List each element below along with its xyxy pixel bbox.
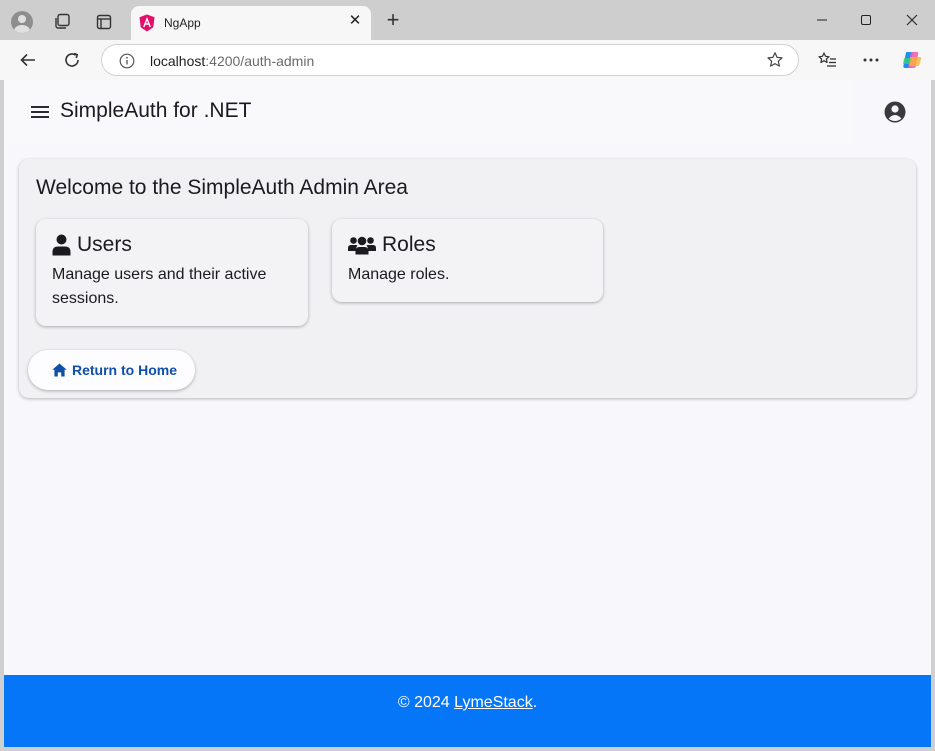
close-window-icon [906,14,918,26]
minimize-icon [817,19,827,21]
browser-toolbar: localhost:4200/auth-admin [0,40,935,80]
new-tab-button[interactable]: + [381,9,405,33]
roles-card-header: Roles [348,233,436,257]
back-arrow-icon [20,53,35,67]
refresh-button[interactable] [58,46,86,74]
info-icon[interactable] [119,53,135,69]
page-viewport: SimpleAuth for .NET Welcome to the Simpl… [4,80,931,747]
maximize-icon [861,15,871,25]
copilot-icon [903,52,922,68]
favorites-button[interactable] [813,46,841,74]
page-footer: © 2024 LymeStack. [4,675,931,747]
refresh-icon [65,52,79,67]
app-header: SimpleAuth for .NET [4,80,853,144]
url-text[interactable]: localhost:4200/auth-admin [150,53,314,69]
hamburger-menu-icon[interactable] [28,100,52,124]
more-dots-icon [863,58,879,62]
admin-welcome-card: Welcome to the SimpleAuth Admin Area Use… [19,159,916,398]
users-card-header: Users [52,233,132,257]
address-bar[interactable]: localhost:4200/auth-admin [101,44,799,76]
copilot-button[interactable] [898,46,926,74]
user-icon [52,234,71,256]
users-card-description: Manage users and their active sessions. [52,266,267,307]
angular-logo-icon [139,14,155,32]
url-path: :4200/auth-admin [205,53,315,69]
back-button[interactable] [14,46,42,74]
profile-button[interactable] [8,8,36,36]
tab-actions-button[interactable] [90,8,118,36]
footer-suffix: . [532,694,538,711]
browser-tab-bar: NgApp ✕ + [0,0,935,40]
roles-card-description: Manage roles. [348,266,450,283]
profile-avatar-icon [11,11,33,33]
users-group-icon [348,236,376,255]
roles-card-title: Roles [382,233,436,256]
users-card[interactable]: Users Manage users and their active sess… [36,219,308,326]
workspaces-icon [55,13,70,29]
return-home-label: Return to Home [72,362,177,378]
return-home-button[interactable]: Return to Home [28,350,195,390]
workspaces-button[interactable] [48,8,76,36]
favorites-list-icon [818,52,836,67]
tab-actions-icon [96,14,112,30]
close-tab-icon[interactable]: ✕ [347,13,363,29]
more-options-button[interactable] [857,46,885,74]
url-host: localhost [150,53,206,69]
maximize-button[interactable] [854,8,878,32]
roles-card[interactable]: Roles Manage roles. [332,219,603,302]
minimize-button[interactable] [810,8,834,32]
app-title: SimpleAuth for .NET [60,99,252,122]
users-card-title: Users [77,233,132,256]
favorite-star-icon[interactable] [766,51,784,69]
close-window-button[interactable] [900,8,924,32]
footer-prefix: © 2024 [397,694,455,711]
home-icon [52,363,67,377]
browser-tab-ngapp[interactable]: NgApp ✕ [131,6,371,40]
lymestack-link[interactable]: LymeStack [454,694,533,711]
tab-title: NgApp [164,16,201,30]
footer-copyright: © 2024 LymeStack. [398,694,537,712]
admin-welcome-title: Welcome to the SimpleAuth Admin Area [36,176,408,199]
account-circle-icon[interactable] [882,99,908,125]
